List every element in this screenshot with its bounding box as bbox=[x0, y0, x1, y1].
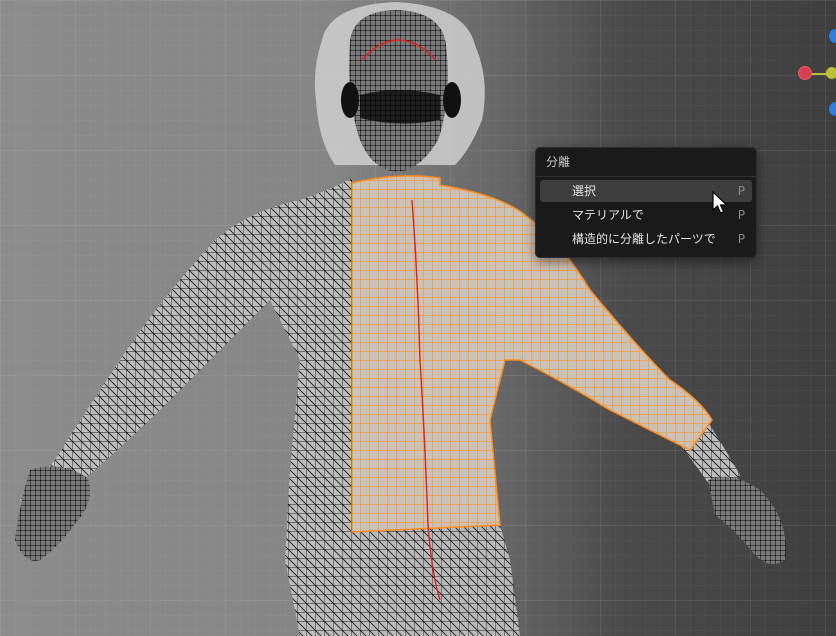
menu-item-shortcut: P bbox=[737, 232, 745, 246]
menu-item-label: 構造的に分離したパーツで bbox=[572, 232, 716, 246]
menu-divider bbox=[536, 176, 756, 177]
left-hand-mesh bbox=[15, 466, 91, 561]
axis-z-icon[interactable] bbox=[829, 29, 836, 43]
nav-gizmo[interactable] bbox=[795, 25, 836, 120]
menu-title: 分離 bbox=[546, 155, 571, 169]
lower-body-mesh bbox=[300, 525, 520, 636]
right-hand-mesh bbox=[708, 476, 786, 564]
menu-item-label: 選択 bbox=[572, 184, 597, 198]
character-mesh[interactable] bbox=[0, 0, 836, 636]
menu-item-label: マテリアルで bbox=[572, 208, 644, 222]
axis-neg-z-icon[interactable] bbox=[829, 102, 836, 116]
axis-y-icon[interactable] bbox=[826, 67, 836, 79]
menu-item-shortcut: P bbox=[737, 184, 745, 198]
mouse-pointer-icon bbox=[712, 191, 728, 214]
menu-item-by-loose-parts[interactable]: 構造的に分離したパーツで P bbox=[540, 228, 752, 250]
menu-item-shortcut: P bbox=[737, 208, 745, 222]
3d-viewport[interactable]: 分離 選択 P マテリアルで P 構造的に分離したパーツで P bbox=[0, 0, 836, 636]
axis-x-icon[interactable] bbox=[798, 66, 812, 80]
